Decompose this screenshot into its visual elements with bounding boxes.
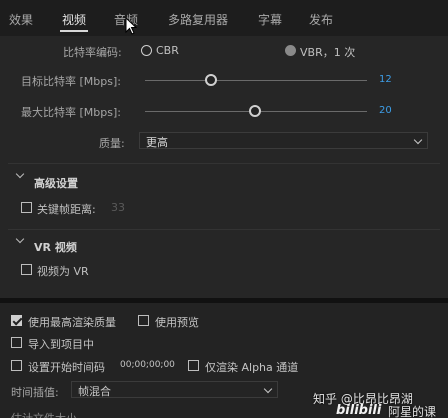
max-bitrate-value[interactable]: 20 bbox=[379, 105, 392, 116]
time-interpolation-value: 帧混合 bbox=[78, 385, 111, 398]
max-bitrate-label: 最大比特率 [Mbps]: bbox=[21, 106, 121, 119]
target-bitrate-slider-thumb[interactable] bbox=[205, 74, 217, 86]
tab-captions[interactable]: 字幕 bbox=[258, 11, 282, 28]
bitrate-encoding-label: 比特率编码: bbox=[63, 46, 122, 59]
section-divider bbox=[8, 229, 440, 230]
use-previews-label: 使用预览 bbox=[155, 316, 199, 329]
vbr-label: VBR，1 次 bbox=[300, 46, 356, 59]
video-is-vr-label: 视频为 VR bbox=[37, 265, 89, 278]
bilibili-watermark-text: 阿星的课 bbox=[388, 405, 437, 418]
max-render-quality-checkbox[interactable] bbox=[11, 315, 22, 326]
quality-dropdown[interactable]: 更高 bbox=[139, 132, 428, 149]
target-bitrate-label: 目标比特率 [Mbps]: bbox=[21, 75, 121, 88]
collapse-caret-icon[interactable] bbox=[15, 234, 25, 244]
chevron-down-icon bbox=[413, 135, 423, 145]
active-tab-indicator bbox=[60, 30, 88, 32]
video-settings-panel: 比特率编码: CBR VBR，1 次 目标比特率 [Mbps]: 12 最大比特… bbox=[0, 36, 448, 298]
tab-publish[interactable]: 发布 bbox=[309, 11, 333, 28]
max-bitrate-slider-thumb[interactable] bbox=[249, 105, 261, 117]
import-into-project-label: 导入到项目中 bbox=[28, 338, 94, 351]
mouse-cursor-icon bbox=[125, 17, 137, 35]
render-alpha-only-checkbox[interactable] bbox=[188, 360, 199, 371]
tab-bar: 效果 视频 音频 多路复用器 字幕 发布 bbox=[0, 0, 448, 36]
time-interpolation-label: 时间插值: bbox=[11, 386, 59, 399]
advanced-settings-heading[interactable]: 高级设置 bbox=[34, 175, 78, 191]
bilibili-logo: bilibili bbox=[336, 403, 382, 418]
use-previews-checkbox[interactable] bbox=[138, 315, 149, 326]
time-interpolation-dropdown[interactable]: 帧混合 bbox=[71, 381, 278, 398]
cbr-label: CBR bbox=[156, 44, 179, 57]
video-is-vr-checkbox[interactable] bbox=[21, 264, 32, 275]
target-bitrate-slider-track[interactable] bbox=[145, 80, 367, 81]
tab-multiplexer[interactable]: 多路复用器 bbox=[168, 11, 228, 28]
max-render-quality-label: 使用最高渲染质量 bbox=[28, 316, 116, 329]
tab-video[interactable]: 视频 bbox=[62, 11, 86, 28]
import-into-project-checkbox[interactable] bbox=[11, 337, 22, 348]
set-start-timecode-label: 设置开始时间码 bbox=[28, 361, 105, 374]
vbr-radio[interactable] bbox=[285, 45, 296, 56]
quality-dropdown-value: 更高 bbox=[146, 136, 168, 149]
set-start-timecode-checkbox[interactable] bbox=[11, 360, 22, 371]
render-alpha-only-label: 仅渲染 Alpha 通道 bbox=[205, 361, 299, 374]
section-divider bbox=[8, 163, 440, 164]
cbr-radio[interactable] bbox=[141, 45, 152, 56]
chevron-down-icon bbox=[263, 384, 273, 394]
keyframe-distance-label: 关键帧距离: bbox=[37, 203, 96, 216]
keyframe-distance-checkbox[interactable] bbox=[21, 202, 32, 213]
target-bitrate-value[interactable]: 12 bbox=[379, 74, 392, 85]
start-timecode-value[interactable]: 00;00;00;00 bbox=[120, 360, 175, 370]
keyframe-distance-value[interactable]: 33 bbox=[111, 201, 125, 214]
estimated-file-size-label: 估计文件大小 bbox=[11, 410, 77, 418]
vr-video-heading[interactable]: VR 视频 bbox=[34, 239, 77, 255]
tab-effects[interactable]: 效果 bbox=[9, 11, 33, 28]
quality-label: 质量: bbox=[99, 137, 125, 150]
collapse-caret-icon[interactable] bbox=[15, 169, 25, 179]
